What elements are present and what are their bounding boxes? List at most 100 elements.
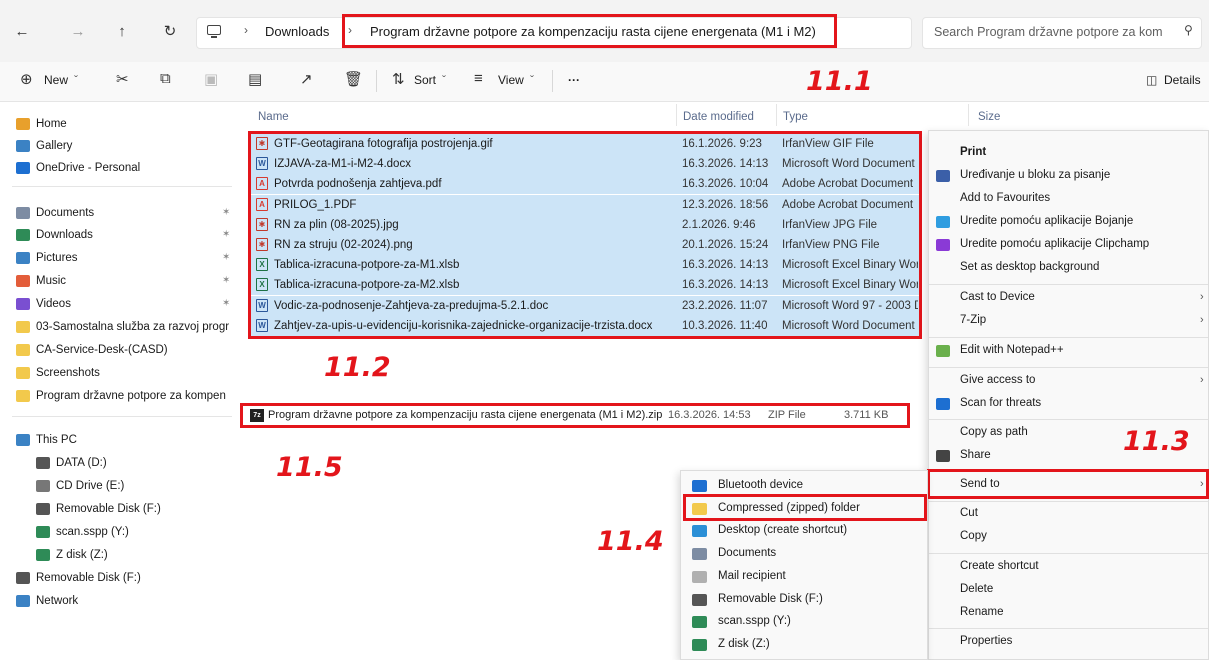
pin-icon: ✶ (222, 298, 231, 309)
menu-item[interactable]: Delete (960, 583, 993, 595)
send-to-item[interactable]: Mail recipient (718, 570, 786, 582)
sort-button[interactable]: Sort (414, 73, 436, 87)
sidebar-separator (12, 186, 232, 187)
toolbar-separator (376, 70, 377, 92)
menu-item[interactable]: 7-Zip (960, 314, 986, 326)
sidebar-item-label: Videos (36, 298, 71, 310)
pin-icon: ✶ (222, 207, 231, 218)
menu-item[interactable]: Give access to (960, 374, 1035, 386)
zip-file-row[interactable]: 7z Program državne potpore za kompenzaci… (244, 406, 906, 425)
send-to-item[interactable]: scan.sspp (Y:) (718, 615, 791, 627)
menu-item[interactable]: Uredite pomoću aplikacije Bojanje (960, 215, 1133, 227)
desktop-icon (692, 525, 707, 538)
menu-separator (929, 367, 1208, 368)
sidebar-item[interactable]: Program državne potpore za kompen (16, 386, 236, 406)
cut-icon[interactable]: ✂ (116, 70, 129, 88)
menu-item[interactable]: Set as desktop background (960, 261, 1099, 273)
column-header-name[interactable]: Name (258, 111, 289, 123)
videos-icon (16, 298, 30, 310)
view-icon: ≡ (474, 70, 483, 87)
menu-item[interactable]: Share (960, 449, 991, 461)
sidebar-item-label: CA-Service-Desk-(CASD) (36, 344, 168, 356)
monitor-icon (207, 25, 221, 35)
column-header-date[interactable]: Date modified (683, 111, 754, 123)
send-to-item[interactable]: Desktop (create shortcut) (718, 524, 847, 536)
copy-icon[interactable]: ⧉ (160, 70, 171, 87)
send-to-item[interactable]: Removable Disk (F:) (718, 593, 823, 605)
sidebar-item[interactable]: scan.sspp (Y:) (36, 522, 256, 542)
sidebar-item[interactable]: 03-Samostalna služba za razvoj progr (16, 317, 236, 337)
sidebar-item-label: 03-Samostalna služba za razvoj progr (36, 321, 230, 333)
sidebar-item[interactable]: CA-Service-Desk-(CASD) (16, 340, 236, 360)
menu-item[interactable]: Copy as path (960, 426, 1028, 438)
sidebar-item[interactable]: Downloads (16, 225, 236, 245)
details-button[interactable]: Details (1164, 73, 1201, 87)
send-to-item[interactable]: Z disk (Z:) (718, 638, 770, 650)
sidebar-item[interactable]: This PC (16, 430, 236, 450)
sidebar-item[interactable]: CD Drive (E:) (36, 476, 256, 496)
column-header-size[interactable]: Size (978, 111, 1000, 123)
sidebar-item-label: Program državne potpore za kompen (36, 390, 226, 402)
menu-item[interactable]: Cut (960, 507, 978, 519)
paste-icon[interactable]: ▣ (204, 70, 218, 88)
new-button[interactable]: New (44, 73, 68, 87)
details-pane-icon: ◫ (1146, 73, 1158, 87)
breadcrumb-downloads[interactable]: Downloads (265, 24, 329, 39)
documents-icon (16, 207, 30, 219)
chevron-right-icon: › (1200, 291, 1204, 303)
notepadpp-icon (936, 345, 950, 357)
menu-item[interactable]: Properties (960, 635, 1012, 647)
forward-button[interactable]: → (68, 22, 88, 42)
sidebar-item[interactable]: Removable Disk (F:) (16, 568, 236, 588)
annotation-label: 11.4 (597, 526, 664, 557)
delete-icon[interactable]: 🗑 (344, 70, 363, 88)
sidebar-item[interactable]: Documents (16, 203, 236, 223)
send-to-item[interactable]: Bluetooth device (718, 479, 803, 491)
sidebar-item[interactable]: DATA (D:) (36, 453, 256, 473)
menu-item[interactable]: Copy (960, 530, 987, 542)
sidebar-item[interactable]: Removable Disk (F:) (36, 499, 256, 519)
view-button[interactable]: View (498, 73, 524, 87)
annotation-box-files (248, 131, 922, 339)
chevron-down-icon: ˇ (74, 73, 78, 87)
download-icon (16, 229, 30, 241)
menu-item[interactable]: Create shortcut (960, 560, 1039, 572)
rename-icon[interactable]: ▤ (248, 70, 262, 88)
send-to-item[interactable]: Documents (718, 547, 776, 559)
sidebar-item[interactable]: Screenshots (16, 363, 236, 383)
menu-item[interactable]: Print (960, 146, 986, 158)
more-options-button[interactable]: ··· (568, 73, 580, 87)
sidebar-item[interactable]: Z disk (Z:) (36, 545, 256, 565)
menu-item[interactable]: Cast to Device (960, 291, 1035, 303)
refresh-button[interactable]: ↻ (160, 22, 180, 42)
share-icon[interactable]: ↗ (300, 70, 313, 88)
menu-item[interactable]: Uređivanje u bloku za pisanje (960, 169, 1110, 181)
sidebar-item-label: Pictures (36, 252, 78, 264)
search-input[interactable]: Search Program državne potpore za kom (934, 25, 1174, 39)
sidebar-item-label: Network (36, 595, 79, 607)
sidebar-item-label: Screenshots (36, 367, 100, 379)
menu-item[interactable]: Rename (960, 606, 1003, 618)
folder-icon (16, 321, 30, 333)
chevron-right-icon: › (1200, 314, 1204, 326)
network-drive-icon (36, 526, 50, 538)
pin-icon: ✶ (222, 229, 231, 240)
menu-item[interactable]: Add to Favourites (960, 192, 1050, 204)
notepad-icon (936, 170, 950, 182)
back-button[interactable]: ← (12, 22, 32, 42)
sidebar-item[interactable]: Gallery (16, 136, 236, 156)
context-menu (928, 130, 1209, 660)
sidebar-item[interactable]: Music (16, 271, 236, 291)
menu-item[interactable]: Scan for threats (960, 397, 1041, 409)
network-drive-icon (692, 638, 707, 651)
sidebar-item[interactable]: Network (16, 591, 236, 611)
sidebar-item[interactable]: Pictures (16, 248, 236, 268)
sidebar-item[interactable]: Videos (16, 294, 236, 314)
column-header-type[interactable]: Type (783, 111, 808, 123)
up-button[interactable]: ↑ (112, 22, 132, 42)
menu-item[interactable]: Uredite pomoću aplikacije Clipchamp (960, 238, 1149, 250)
sidebar-item[interactable]: OneDrive - Personal (16, 158, 236, 178)
network-drive-icon (692, 616, 707, 629)
menu-item[interactable]: Edit with Notepad++ (960, 344, 1064, 356)
sidebar-item[interactable]: Home (16, 114, 236, 134)
